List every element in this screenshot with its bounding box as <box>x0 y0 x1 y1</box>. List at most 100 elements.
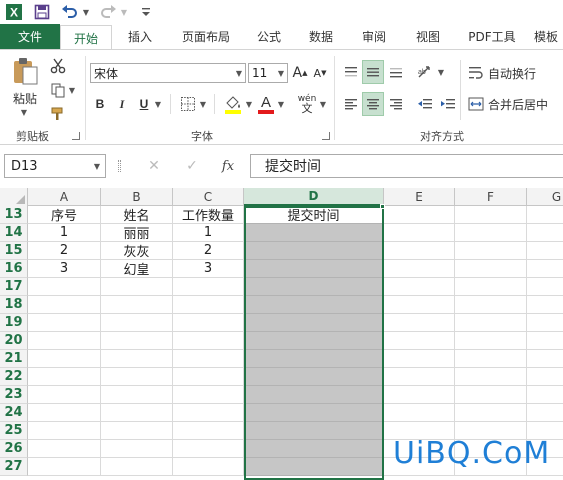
cell-c15[interactable]: 2 <box>173 242 244 260</box>
cell-d19[interactable] <box>244 314 384 332</box>
cell-b27[interactable] <box>101 458 173 476</box>
italic-button[interactable]: I <box>113 94 131 114</box>
select-all-button[interactable] <box>0 188 28 206</box>
cell-d22[interactable] <box>244 368 384 386</box>
tab-templates[interactable]: 模板 <box>528 24 563 49</box>
cell-e23[interactable] <box>384 386 455 404</box>
row-header[interactable]: 21 <box>0 350 28 368</box>
decrease-indent-icon[interactable] <box>414 92 436 116</box>
formula-input[interactable]: 提交时间 <box>250 154 563 178</box>
tab-home[interactable]: 开始 <box>60 25 112 50</box>
tab-insert[interactable]: 插入 <box>112 24 168 49</box>
cell-e24[interactable] <box>384 404 455 422</box>
cell-a24[interactable] <box>28 404 101 422</box>
cell-c20[interactable] <box>173 332 244 350</box>
cell-d20[interactable] <box>244 332 384 350</box>
save-icon[interactable] <box>32 2 52 22</box>
cell-g14[interactable] <box>527 224 563 242</box>
borders-icon[interactable] <box>178 94 198 114</box>
cell-g18[interactable] <box>527 296 563 314</box>
cell-b17[interactable] <box>101 278 173 296</box>
cell-g21[interactable] <box>527 350 563 368</box>
cell-d27[interactable] <box>244 458 384 476</box>
cell-f24[interactable] <box>455 404 527 422</box>
cell-d14[interactable] <box>244 224 384 242</box>
cell-g16[interactable] <box>527 260 563 278</box>
phonetic-guide-button[interactable]: wén 文 <box>296 92 318 116</box>
cell-b23[interactable] <box>101 386 173 404</box>
cell-d26[interactable] <box>244 440 384 458</box>
cell-a23[interactable] <box>28 386 101 404</box>
cell-a27[interactable] <box>28 458 101 476</box>
row-header[interactable]: 14 <box>0 224 28 242</box>
grow-font-button[interactable]: A ▲ <box>291 63 309 83</box>
cell-a25[interactable] <box>28 422 101 440</box>
row-header[interactable]: 23 <box>0 386 28 404</box>
enter-icon[interactable]: ✓ <box>181 156 203 176</box>
phonetic-dropdown-icon[interactable]: ▼ <box>318 94 328 114</box>
cell-d17[interactable] <box>244 278 384 296</box>
wrap-text-button[interactable]: 自动换行 <box>468 62 562 84</box>
row-header[interactable]: 22 <box>0 368 28 386</box>
cell-g17[interactable] <box>527 278 563 296</box>
tab-data[interactable]: 数据 <box>294 24 348 49</box>
cell-g19[interactable] <box>527 314 563 332</box>
row-header[interactable]: 25 <box>0 422 28 440</box>
insert-function-icon[interactable]: fx <box>217 156 239 176</box>
cell-f21[interactable] <box>455 350 527 368</box>
cell-a16[interactable]: 3 <box>28 260 101 278</box>
cell-a14[interactable]: 1 <box>28 224 101 242</box>
fill-color-icon[interactable] <box>222 92 244 116</box>
column-header-c[interactable]: C <box>173 188 244 206</box>
row-header[interactable]: 20 <box>0 332 28 350</box>
cell-f22[interactable] <box>455 368 527 386</box>
copy-icon[interactable] <box>48 80 68 100</box>
cell-b21[interactable] <box>101 350 173 368</box>
fill-handle[interactable] <box>380 204 385 209</box>
cell-g22[interactable] <box>527 368 563 386</box>
row-header[interactable]: 18 <box>0 296 28 314</box>
cell-a22[interactable] <box>28 368 101 386</box>
cell-d18[interactable] <box>244 296 384 314</box>
cell-c13[interactable]: 工作数量 <box>173 206 244 224</box>
increase-indent-icon[interactable] <box>437 92 459 116</box>
tab-review[interactable]: 审阅 <box>348 24 400 49</box>
cell-e22[interactable] <box>384 368 455 386</box>
column-header-d[interactable]: D <box>244 188 384 206</box>
cell-e21[interactable] <box>384 350 455 368</box>
cell-c19[interactable] <box>173 314 244 332</box>
cell-c22[interactable] <box>173 368 244 386</box>
column-header-e[interactable]: E <box>384 188 455 206</box>
cell-f14[interactable] <box>455 224 527 242</box>
cell-e18[interactable] <box>384 296 455 314</box>
fill-color-dropdown-icon[interactable]: ▼ <box>244 94 254 114</box>
cell-a15[interactable]: 2 <box>28 242 101 260</box>
cell-a19[interactable] <box>28 314 101 332</box>
name-box[interactable]: D13 ▼ <box>4 154 106 178</box>
row-header[interactable]: 24 <box>0 404 28 422</box>
shrink-font-button[interactable]: A ▼ <box>311 63 329 83</box>
merge-center-button[interactable]: 合并后居中 <box>468 93 562 115</box>
cell-d25[interactable] <box>244 422 384 440</box>
cell-f16[interactable] <box>455 260 527 278</box>
cell-c17[interactable] <box>173 278 244 296</box>
cell-g23[interactable] <box>527 386 563 404</box>
bold-button[interactable]: B <box>91 94 109 114</box>
column-header-a[interactable]: A <box>28 188 101 206</box>
cell-f20[interactable] <box>455 332 527 350</box>
cell-b20[interactable] <box>101 332 173 350</box>
tab-formulas[interactable]: 公式 <box>244 24 294 49</box>
row-header[interactable]: 27 <box>0 458 28 476</box>
paste-button[interactable]: 粘贴 <box>8 90 42 106</box>
cell-c21[interactable] <box>173 350 244 368</box>
cell-f13[interactable] <box>455 206 527 224</box>
cell-d23[interactable] <box>244 386 384 404</box>
cell-g24[interactable] <box>527 404 563 422</box>
cell-e17[interactable] <box>384 278 455 296</box>
cell-c16[interactable]: 3 <box>173 260 244 278</box>
cell-a18[interactable] <box>28 296 101 314</box>
column-header-f[interactable]: F <box>455 188 527 206</box>
align-left-icon[interactable] <box>340 92 362 116</box>
cell-b18[interactable] <box>101 296 173 314</box>
cell-e14[interactable] <box>384 224 455 242</box>
